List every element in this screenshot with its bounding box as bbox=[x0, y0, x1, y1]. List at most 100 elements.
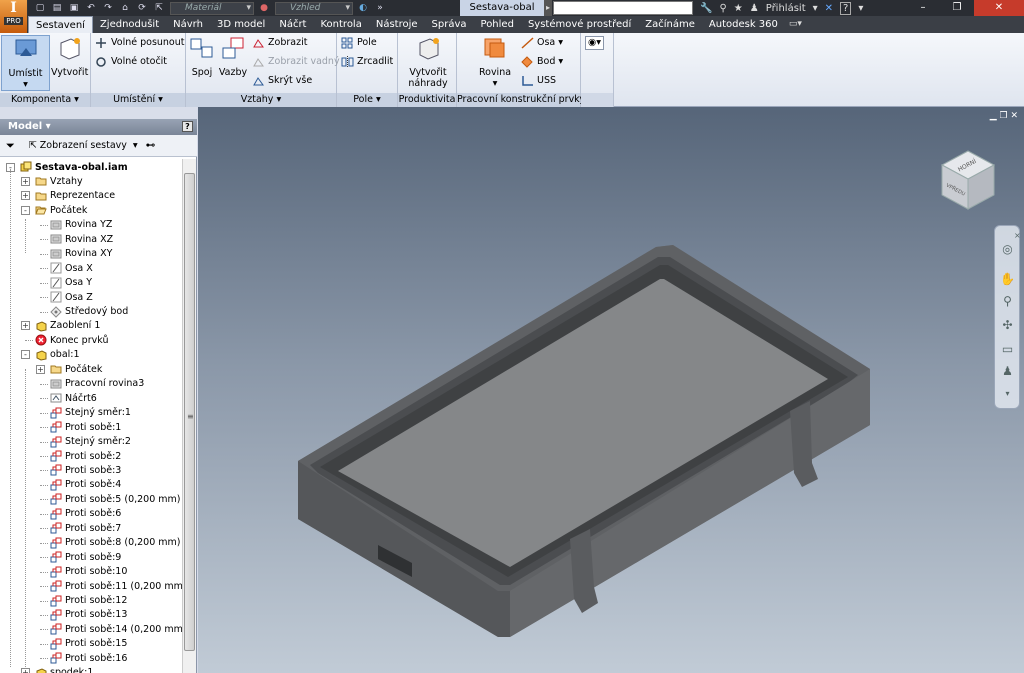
more-icon[interactable]: » bbox=[373, 2, 387, 14]
tree-node[interactable]: Proti sobě:10 bbox=[50, 565, 127, 579]
panel-label-vztahy[interactable]: Vztahy ▾ bbox=[186, 93, 336, 107]
appearance-combo[interactable]: Vzhled bbox=[275, 1, 353, 15]
close-button[interactable]: ✕ bbox=[974, 0, 1024, 16]
tree-node[interactable]: Proti sobě:1 bbox=[50, 420, 121, 434]
viewcube[interactable]: HORNÍ VPŘEDU bbox=[938, 147, 998, 213]
look-at-icon[interactable]: ▭ bbox=[1000, 342, 1015, 357]
tree-node[interactable]: Proti sobě:15 bbox=[50, 637, 127, 651]
ribbon-options-icon[interactable]: ▭▾ bbox=[789, 16, 802, 33]
expand-icon[interactable]: + bbox=[21, 176, 30, 186]
tree-node[interactable]: Zaoblení 1 bbox=[35, 319, 100, 333]
walk-icon[interactable]: ♟ bbox=[1000, 364, 1015, 379]
tab-sprava[interactable]: Správa bbox=[425, 16, 474, 33]
tree-node[interactable]: Proti sobě:13 bbox=[50, 608, 127, 622]
save-icon[interactable]: ▣ bbox=[67, 2, 81, 14]
collapse-icon[interactable]: - bbox=[21, 205, 30, 215]
uss-button[interactable]: USS bbox=[521, 74, 556, 88]
tree-node[interactable]: Proti sobě:7 bbox=[50, 521, 121, 535]
help-chevron-icon[interactable]: ▾ bbox=[858, 3, 863, 14]
tree-node[interactable]: Proti sobě:8 (0,200 mm) bbox=[50, 536, 181, 550]
spoj-button[interactable]: Spoj bbox=[188, 35, 216, 78]
expand-icon[interactable]: + bbox=[21, 668, 30, 673]
vytvorit-nahrady-button[interactable]: Vytvořit náhrady bbox=[404, 35, 452, 89]
tree-node[interactable]: spodek:1 bbox=[35, 666, 93, 673]
tree-node[interactable]: Osa X bbox=[50, 261, 93, 275]
material-combo[interactable]: Materiál bbox=[170, 1, 254, 15]
zrcadlit-button[interactable]: Zrcadlit bbox=[341, 55, 393, 69]
tree-node[interactable]: Proti sobě:6 bbox=[50, 507, 121, 521]
search-input[interactable] bbox=[553, 1, 693, 15]
redo-icon[interactable]: ↷ bbox=[101, 2, 115, 14]
tree-node[interactable]: Sestava-obal.iam bbox=[20, 160, 128, 174]
tree-node[interactable]: Proti sobě:5 (0,200 mm) bbox=[50, 492, 181, 506]
expand-icon[interactable]: + bbox=[36, 364, 45, 374]
panel-options-button[interactable]: ◉▾ bbox=[585, 36, 605, 50]
tab-scroll-icon[interactable]: ▸ bbox=[544, 0, 552, 16]
steering-wheel-icon[interactable]: ◎ bbox=[1000, 242, 1015, 257]
browser-scrollbar[interactable]: ≡ bbox=[182, 159, 196, 673]
view-chevron-icon[interactable]: ▾ bbox=[133, 140, 138, 151]
star-icon[interactable]: ★ bbox=[734, 3, 743, 14]
update-icon[interactable]: ⟳ bbox=[135, 2, 149, 14]
tree-node[interactable]: Rovina YZ bbox=[50, 218, 112, 232]
tree-node[interactable]: Pracovní rovina3 bbox=[50, 377, 144, 391]
document-tab[interactable]: Sestava-obal bbox=[460, 0, 544, 16]
tree-node[interactable]: Rovina XY bbox=[50, 247, 112, 261]
tab-pohled[interactable]: Pohled bbox=[474, 16, 521, 33]
tree-node[interactable]: Reprezentace bbox=[35, 189, 115, 203]
tree-node[interactable]: Proti sobě:14 (0,200 mm) bbox=[50, 622, 182, 636]
tree-node[interactable]: Proti sobě:4 bbox=[50, 478, 121, 492]
tab-zjednodusit[interactable]: Zjednodušit bbox=[93, 16, 166, 33]
rovina-button[interactable]: Rovina ▾ bbox=[477, 35, 513, 89]
umistit-button[interactable]: Umístit ▾ bbox=[1, 35, 50, 91]
color-wheel-icon[interactable]: ◐ bbox=[356, 2, 370, 14]
tab-navrh[interactable]: Návrh bbox=[166, 16, 210, 33]
help-button[interactable]: ? bbox=[840, 1, 852, 15]
view-selector[interactable]: Zobrazení sestavy bbox=[40, 140, 127, 151]
open-icon[interactable]: ▤ bbox=[50, 2, 64, 14]
exchange-icon[interactable]: ✕ bbox=[825, 3, 833, 14]
osa-button[interactable]: Osa ▾ bbox=[521, 36, 563, 50]
scrollbar-thumb[interactable]: ≡ bbox=[184, 173, 195, 651]
tab-sestaveni[interactable]: Sestavení bbox=[28, 16, 93, 33]
browser-help-button[interactable]: ? bbox=[182, 121, 193, 132]
tree-node[interactable]: Náčrt6 bbox=[50, 391, 97, 405]
select-icon[interactable]: ⇱ bbox=[152, 2, 166, 14]
expand-icon[interactable]: + bbox=[21, 191, 30, 201]
tree-node[interactable]: Osa Y bbox=[50, 276, 92, 290]
vytvorit-button[interactable]: Vytvořit bbox=[51, 35, 88, 78]
tree-node[interactable]: Proti sobě:16 bbox=[50, 651, 127, 665]
tree-node[interactable]: Proti sobě:9 bbox=[50, 550, 121, 564]
maximize-button[interactable]: ❐ bbox=[940, 0, 974, 16]
tree-node[interactable]: Vztahy bbox=[35, 174, 83, 188]
tree-node[interactable]: Počátek bbox=[35, 203, 87, 217]
pole-button[interactable]: Pole bbox=[341, 36, 377, 50]
tree-node[interactable]: obal:1 bbox=[35, 348, 80, 362]
new-icon[interactable]: ▢ bbox=[33, 2, 47, 14]
browser-header[interactable]: Model ▾ ? bbox=[0, 119, 197, 135]
tree-node[interactable]: Rovina XZ bbox=[50, 232, 113, 246]
tab-autodesk-360[interactable]: Autodesk 360 bbox=[702, 16, 785, 33]
chevron-down-icon[interactable]: ▾ bbox=[813, 3, 818, 14]
app-menu-button[interactable]: I PRO bbox=[0, 0, 28, 33]
tree-node[interactable]: Osa Z bbox=[50, 290, 93, 304]
panel-label-pole[interactable]: Pole ▾ bbox=[337, 93, 397, 107]
tree-node[interactable]: Proti sobě:2 bbox=[50, 449, 121, 463]
orbit-icon[interactable]: ✣ bbox=[1000, 318, 1015, 333]
bod-button[interactable]: Bod ▾ bbox=[521, 55, 563, 69]
tab-3d-model[interactable]: 3D model bbox=[210, 16, 272, 33]
tree-node[interactable]: Proti sobě:11 (0,200 mm) bbox=[50, 579, 182, 593]
navbar-close-icon[interactable]: × bbox=[1014, 228, 1021, 243]
tree-node[interactable]: Středový bod bbox=[50, 305, 128, 319]
volne-otocit-button[interactable]: Volné otočit bbox=[95, 55, 167, 69]
filter-icon[interactable]: ⏷ bbox=[6, 139, 15, 153]
minimize-button[interactable]: – bbox=[906, 0, 940, 16]
binoculars-icon[interactable]: ⊷ bbox=[146, 140, 156, 151]
pan-icon[interactable]: ✋ bbox=[1000, 272, 1015, 287]
zoom-icon[interactable]: ⚲ bbox=[1000, 294, 1015, 309]
expand-icon[interactable]: + bbox=[21, 321, 30, 331]
home-icon[interactable]: ⌂ bbox=[118, 2, 132, 14]
tree-node[interactable]: Stejný směr:2 bbox=[50, 435, 131, 449]
zobrazit-button[interactable]: Zobrazit bbox=[252, 36, 307, 50]
tab-systemove-prostredi[interactable]: Systémové prostředí bbox=[521, 16, 638, 33]
